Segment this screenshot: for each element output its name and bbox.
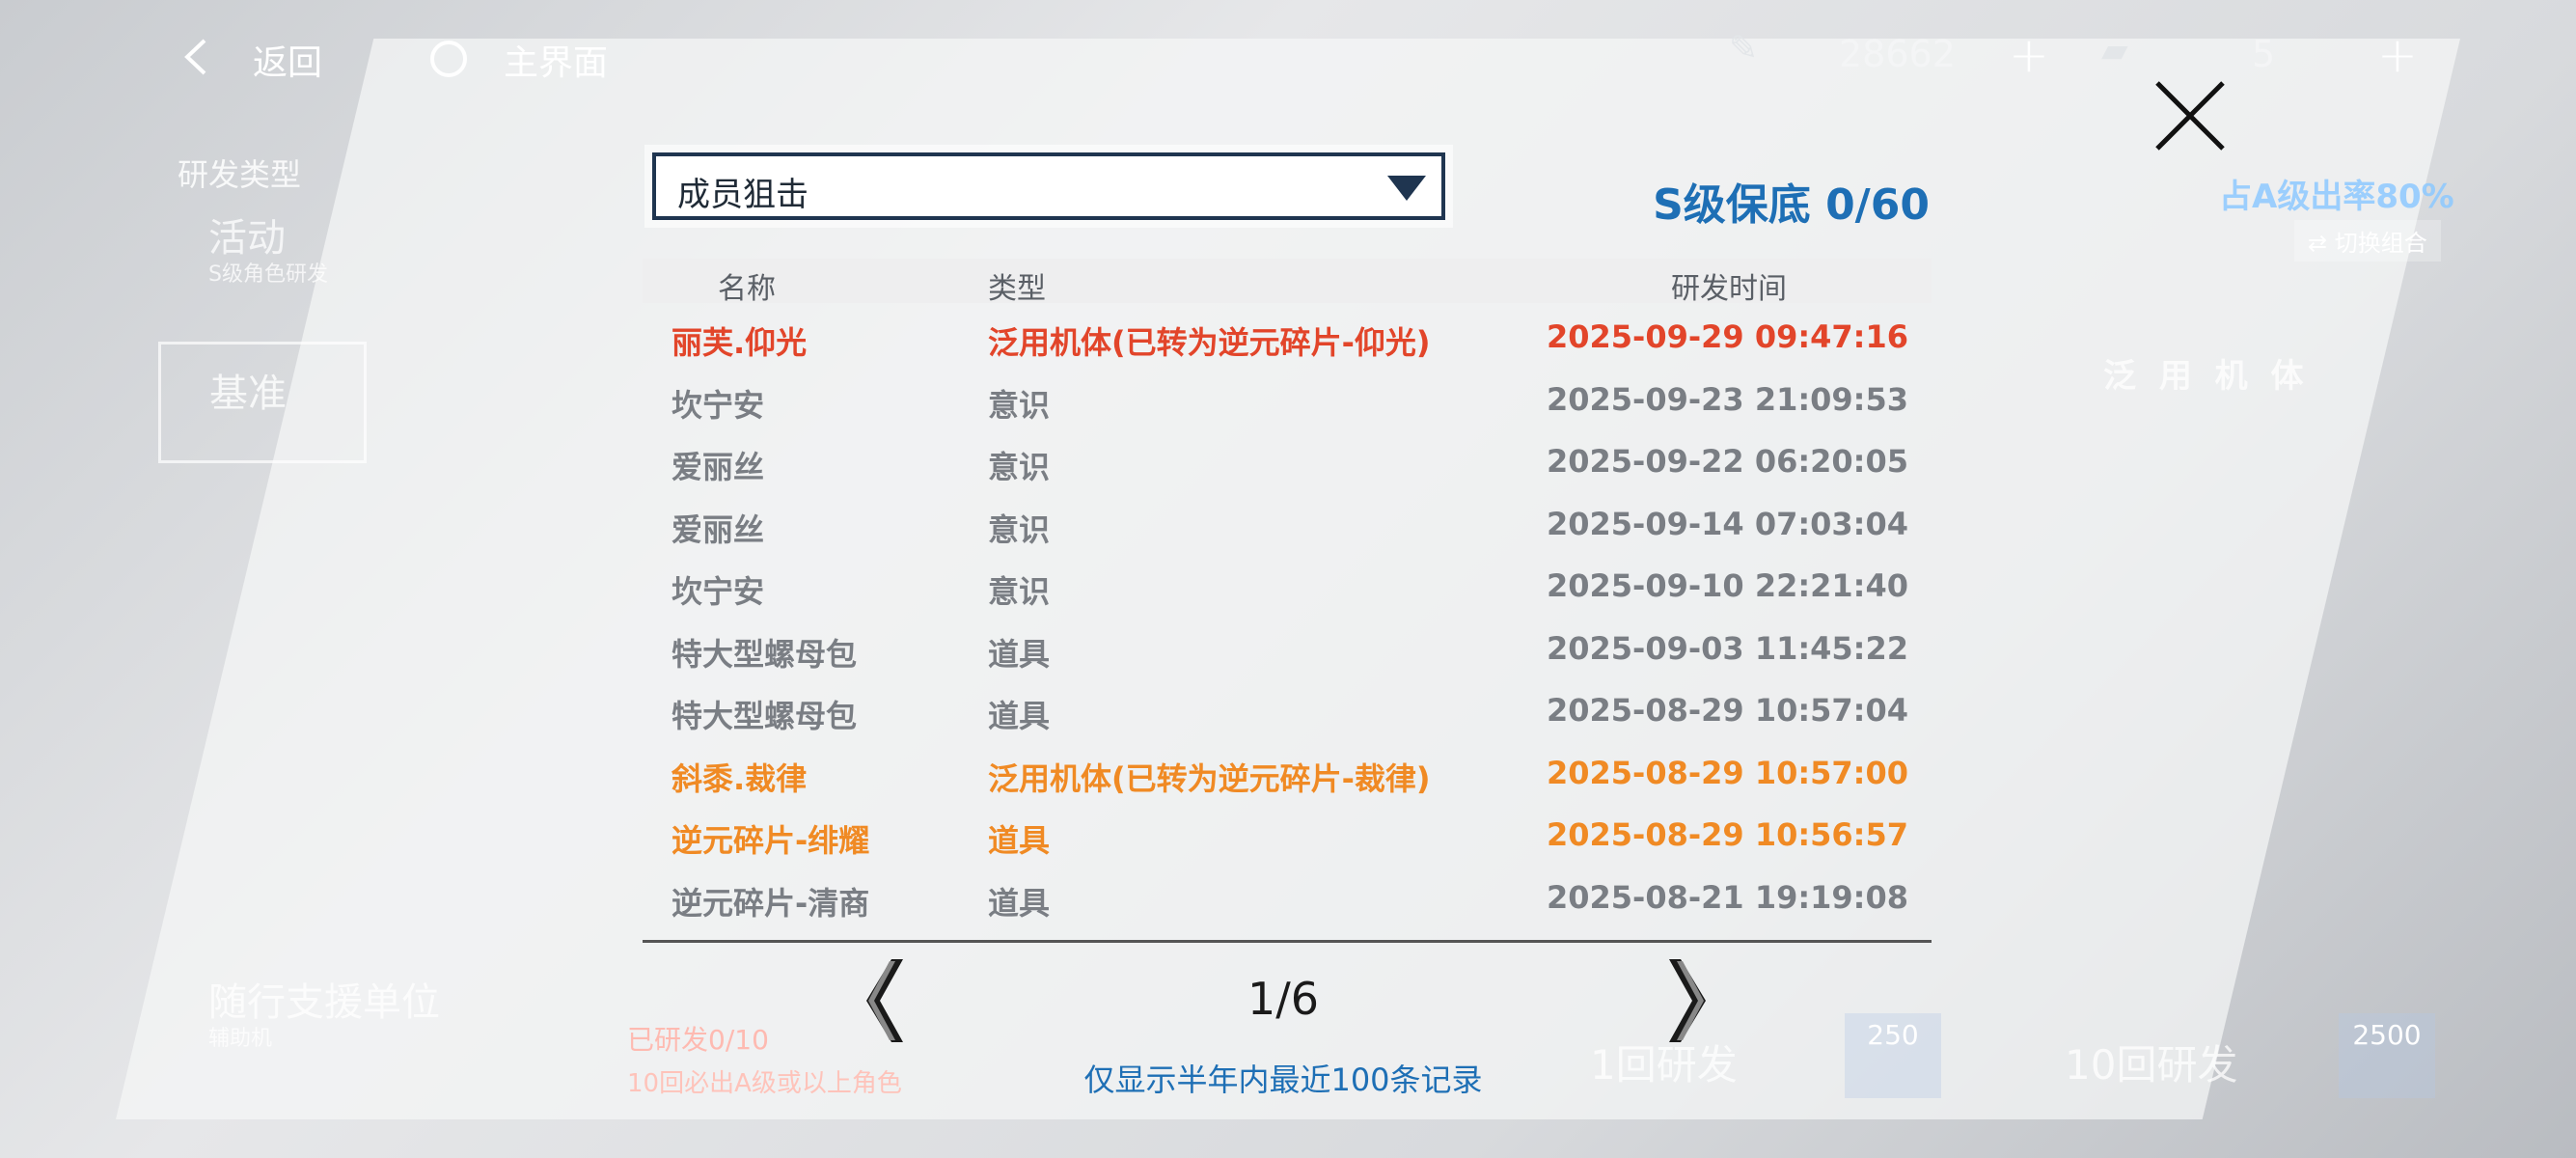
row-type: 泛用机体(已转为逆元碎片-裁律) bbox=[988, 759, 1431, 797]
table-row: 丽芙.仰光 泛用机体(已转为逆元碎片-仰光) 2025-09-29 09:47:16 bbox=[643, 303, 1932, 366]
table-bottom-divider bbox=[643, 940, 1932, 943]
black-card-icon: ✎ bbox=[1729, 29, 1759, 69]
row-time: 2025-09-23 21:09:53 bbox=[1546, 380, 1908, 418]
general-unit-label: 泛 用 机 体 bbox=[2103, 357, 2310, 396]
home-button[interactable]: 主界面 bbox=[504, 35, 608, 85]
draw10-cost: 2500 bbox=[2352, 1019, 2422, 1051]
page-indicator: 1/6 bbox=[1247, 973, 1320, 1025]
row-type: 道具 bbox=[988, 698, 1051, 734]
ticket-icon: ▰ bbox=[2101, 31, 2128, 70]
support-subtitle: 辅助机 bbox=[208, 1027, 273, 1051]
table-row: 爱丽丝 意识 2025-09-14 07:03:04 bbox=[643, 490, 1932, 553]
row-name: 爱丽丝 bbox=[671, 510, 765, 548]
row-time: 2025-09-03 11:45:22 bbox=[1546, 629, 1908, 667]
row-name: 特大型螺母包 bbox=[671, 635, 858, 673]
history-dialog: 成员狙击 S级保底 0/60 名称 类型 研发时间 丽芙.仰光泛用机体(已转为逆… bbox=[608, 135, 1959, 1110]
record-limit-note: 仅显示半年内最近100条记录 bbox=[1083, 1062, 1483, 1098]
currency1-value: 28662 bbox=[1839, 33, 1956, 75]
row-name: 特大型螺母包 bbox=[671, 698, 858, 734]
row-time: 2025-09-14 07:03:04 bbox=[1546, 505, 1908, 542]
back-button[interactable]: 返回 bbox=[253, 35, 322, 85]
currency2-add-button[interactable]: + bbox=[2377, 27, 2418, 83]
table-row: 特大型螺母包 道具 2025-09-03 11:45:22 bbox=[643, 615, 1932, 677]
row-type: 意识 bbox=[988, 386, 1051, 424]
draw10-button[interactable]: 10回研发 bbox=[2065, 1033, 2237, 1091]
currency2-value: 5 bbox=[2252, 33, 2276, 75]
table-row: 坎宁安 意识 2025-09-10 22:21:40 bbox=[643, 552, 1932, 615]
table-row: 坎宁安 意识 2025-09-23 21:09:53 bbox=[643, 366, 1932, 428]
base-tab-label: 基准 bbox=[209, 372, 287, 416]
row-time: 2025-09-22 06:20:05 bbox=[1546, 443, 1908, 480]
back-arrow-icon[interactable] bbox=[179, 37, 212, 77]
switch-combo-label: 切换组合 bbox=[2334, 230, 2427, 257]
column-header-name: 名称 bbox=[718, 272, 776, 306]
row-type: 意识 bbox=[988, 573, 1051, 610]
research-type-label: 研发类型 bbox=[178, 156, 302, 193]
row-type: 意识 bbox=[988, 449, 1051, 485]
currency1-add-button[interactable]: + bbox=[2009, 27, 2049, 83]
table-body: 丽芙.仰光 泛用机体(已转为逆元碎片-仰光) 2025-09-29 09:47:16… bbox=[643, 303, 1932, 925]
switch-combo-button[interactable]: ⇄ 切换组合 bbox=[2294, 220, 2441, 262]
dropdown-arrow-icon bbox=[1387, 176, 1426, 201]
rate-text: 占A级出率80% bbox=[2219, 178, 2454, 216]
row-type: 意识 bbox=[988, 510, 1051, 548]
row-type: 道具 bbox=[988, 822, 1051, 859]
row-type: 泛用机体(已转为逆元碎片-仰光) bbox=[988, 324, 1431, 361]
row-type: 道具 bbox=[988, 884, 1051, 922]
row-name: 逆元碎片-清商 bbox=[671, 884, 870, 922]
row-name: 爱丽丝 bbox=[671, 449, 765, 485]
row-name: 坎宁安 bbox=[671, 573, 765, 610]
home-circle-icon[interactable] bbox=[430, 41, 467, 77]
row-time: 2025-09-10 22:21:40 bbox=[1546, 567, 1908, 604]
next-page-icon[interactable] bbox=[1658, 957, 1715, 1044]
switch-icon: ⇄ bbox=[2308, 230, 2335, 257]
pity-counter: S级保底 0/60 bbox=[1653, 180, 1930, 230]
row-name: 丽芙.仰光 bbox=[671, 324, 808, 361]
base-tab[interactable]: 基准 bbox=[158, 342, 367, 463]
history-table: 名称 类型 研发时间 丽芙.仰光 泛用机体(已转为逆元碎片-仰光) 2025-09-… bbox=[643, 259, 1932, 925]
row-time: 2025-08-29 10:56:57 bbox=[1546, 816, 1908, 853]
row-name: 斜黍.裁律 bbox=[671, 759, 808, 797]
draw10-cost-box: 2500 bbox=[2339, 1013, 2435, 1098]
row-name: 逆元碎片-绯耀 bbox=[671, 822, 870, 859]
pool-select-value: 成员狙击 bbox=[677, 176, 808, 214]
row-name: 坎宁安 bbox=[671, 386, 765, 424]
table-row: 逆元碎片-绯耀 道具 2025-08-29 10:56:57 bbox=[643, 801, 1932, 864]
table-row: 爱丽丝 意识 2025-09-22 06:20:05 bbox=[643, 427, 1932, 490]
table-row: 斜黍.裁律 泛用机体(已转为逆元碎片-裁律) 2025-08-29 10:57:00 bbox=[643, 739, 1932, 802]
column-header-time: 研发时间 bbox=[1671, 272, 1787, 306]
row-time: 2025-08-29 10:57:04 bbox=[1546, 692, 1908, 729]
row-time: 2025-08-29 10:57:00 bbox=[1546, 754, 1908, 791]
activity-tab[interactable]: 活动 bbox=[208, 207, 286, 262]
support-tab[interactable]: 随行支援单位 bbox=[208, 971, 440, 1027]
close-icon[interactable] bbox=[2151, 77, 2229, 154]
row-type: 道具 bbox=[988, 635, 1051, 673]
column-header-type: 类型 bbox=[988, 272, 1046, 306]
row-time: 2025-08-21 19:19:08 bbox=[1546, 878, 1908, 916]
table-header: 名称 类型 研发时间 bbox=[643, 259, 1932, 306]
table-row: 逆元碎片-清商 道具 2025-08-21 19:19:08 bbox=[643, 864, 1932, 926]
table-row: 特大型螺母包 道具 2025-08-29 10:57:04 bbox=[643, 676, 1932, 739]
pool-select[interactable]: 成员狙击 bbox=[652, 152, 1445, 220]
activity-subtitle: S级角色研发 bbox=[208, 262, 328, 287]
row-time: 2025-09-29 09:47:16 bbox=[1546, 318, 1908, 355]
